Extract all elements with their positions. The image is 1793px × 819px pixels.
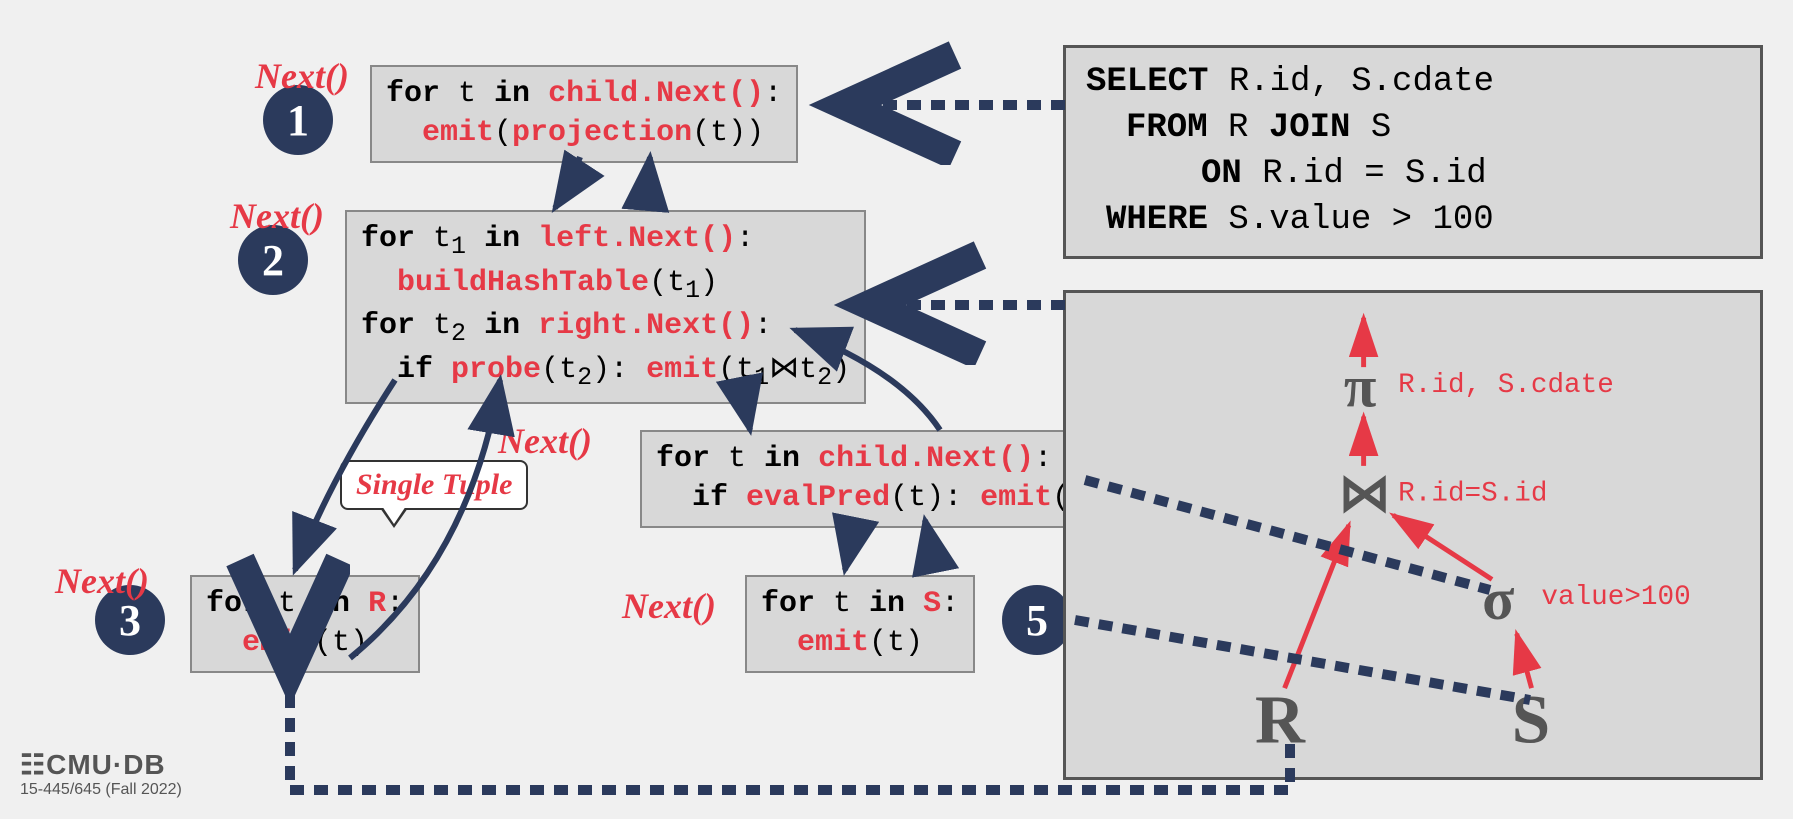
query-tree-svg: π R.id, S.cdate ⋈ R.id=S.id σ value>100 … — [1066, 293, 1760, 777]
next-label-2: Next() — [230, 195, 324, 237]
badge-5-num: 5 — [1026, 595, 1048, 646]
op-join-label: R.id=S.id — [1398, 478, 1547, 509]
badge-2-num: 2 — [262, 235, 284, 286]
footer-logo: ☷CMU·DB 15-445/645 (Fall 2022) — [20, 748, 182, 799]
query-tree-box: π R.id, S.cdate ⋈ R.id=S.id σ value>100 … — [1063, 290, 1763, 780]
badge-1-num: 1 — [287, 95, 309, 146]
code-box-5: for t in S: emit(t) — [745, 575, 975, 673]
op-pi: π — [1344, 354, 1376, 420]
sql-line-3: ON R.id = S.id — [1086, 152, 1740, 198]
sql-line-4: WHERE S.value > 100 — [1086, 198, 1740, 244]
op-R: R — [1255, 680, 1306, 757]
next-label-5: Next() — [622, 585, 716, 627]
code-box-3: for t in R: emit(t) — [190, 575, 420, 673]
op-sigma-label: value>100 — [1541, 582, 1690, 613]
course-code: 15-445/645 (Fall 2022) — [20, 781, 182, 799]
next-label-3: Next() — [55, 560, 149, 602]
next-label-4: Next() — [498, 420, 592, 462]
db-icon: ☷ — [20, 749, 46, 780]
logo-text: ☷CMU·DB — [20, 748, 182, 781]
op-sigma: σ — [1482, 566, 1514, 632]
op-join: ⋈ — [1339, 465, 1390, 522]
badge-5: 5 — [1002, 585, 1072, 655]
single-tuple-callout: Single Tuple — [340, 460, 528, 510]
code-box-2: for t1 in left.Next(): buildHashTable(t1… — [345, 210, 866, 404]
sql-line-2: FROM R JOIN S — [1086, 106, 1740, 152]
next-label-1: Next() — [255, 55, 349, 97]
sql-line-1: SELECT R.id, S.cdate — [1086, 60, 1740, 106]
op-pi-label: R.id, S.cdate — [1398, 370, 1614, 401]
op-S: S — [1512, 680, 1550, 757]
code-box-4: for t in child.Next(): if evalPred(t): e… — [640, 430, 1122, 528]
badge-3-num: 3 — [119, 595, 141, 646]
code-box-1: for t in child.Next(): emit(projection(t… — [370, 65, 798, 163]
sql-box: SELECT R.id, S.cdate FROM R JOIN S ON R.… — [1063, 45, 1763, 259]
